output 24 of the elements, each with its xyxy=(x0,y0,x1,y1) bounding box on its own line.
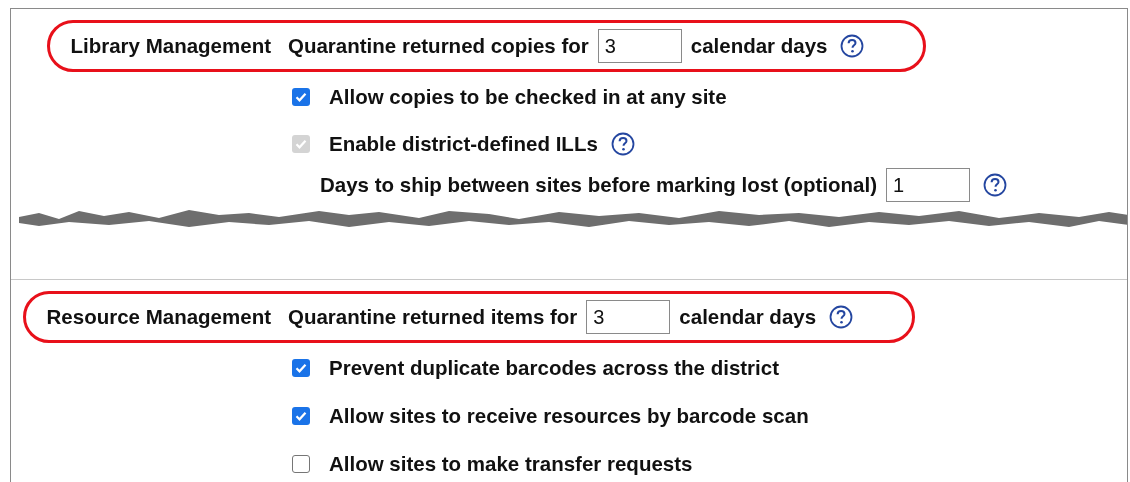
checkbox[interactable] xyxy=(292,455,310,473)
unit-label: calendar days xyxy=(679,305,817,329)
help-icon[interactable] xyxy=(983,173,1007,197)
setting-label: Quarantine returned items for xyxy=(288,305,578,329)
days-input[interactable]: 3 xyxy=(597,29,682,63)
help-icon[interactable] xyxy=(829,305,854,329)
checkbox-label: Allow copies to be checked in at any site xyxy=(329,84,727,109)
setting-label: Quarantine returned copies for xyxy=(288,34,589,58)
checkbox-label: Allow sites to receive resources by barcode scan xyxy=(329,404,809,428)
checkmark-icon xyxy=(294,361,308,375)
days-input[interactable]: 3 xyxy=(586,300,671,334)
checkbox[interactable] xyxy=(292,407,310,425)
checkmark-icon xyxy=(294,409,308,423)
unit-label: calendar days xyxy=(690,34,828,58)
setting-label: Days to ship between sites before marking lost (optional) xyxy=(320,173,877,197)
checkbox-label: Enable district-defined ILLs xyxy=(329,131,598,156)
section-title: Library Management xyxy=(70,34,271,58)
help-icon[interactable] xyxy=(840,34,865,58)
checkbox[interactable] xyxy=(292,359,310,377)
checkbox-label: Prevent duplicate barcodes across the district xyxy=(329,356,780,380)
checkbox[interactable] xyxy=(292,87,310,106)
checkbox-label: Allow sites to make transfer requests xyxy=(329,452,693,476)
days-input[interactable]: 1 xyxy=(886,168,970,202)
section-title: Resource Management xyxy=(46,305,271,329)
